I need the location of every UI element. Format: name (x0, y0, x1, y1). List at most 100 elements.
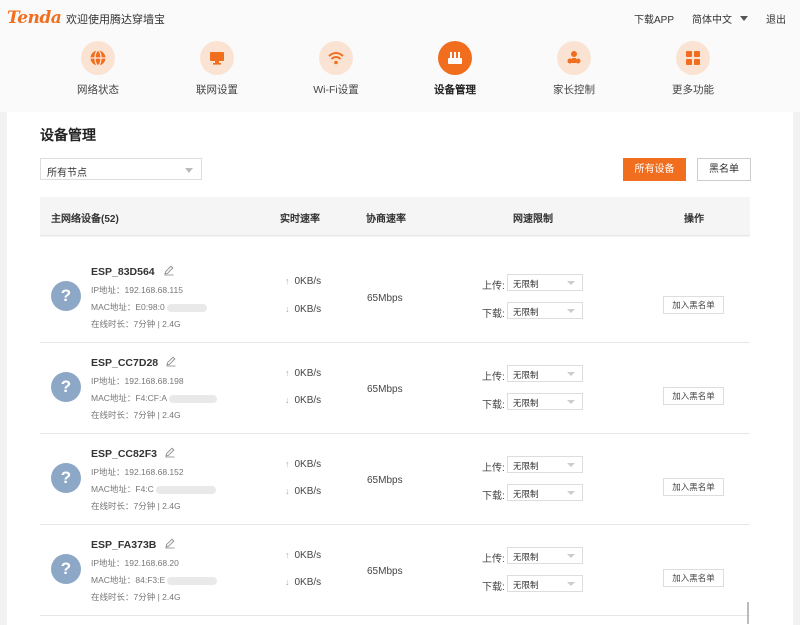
upload-limit-select[interactable]: 无限制 (507, 365, 583, 382)
upload-speed-value: 0KB/s (294, 368, 322, 379)
download-speed: ↓ 0KB/s (285, 486, 321, 497)
download-limit-select[interactable]: 无限制 (507, 393, 583, 410)
device-online: 在线时长：7分钟 | 2.4G (91, 410, 181, 420)
nav-item-internet-settings[interactable]: 联网设置 (177, 41, 257, 97)
upload-limit-label: 上传: (482, 281, 505, 292)
chevron-down-icon (567, 554, 575, 558)
nav-item-device-management[interactable]: 设备管理 (415, 41, 495, 97)
nav-item-network-status[interactable]: 网络状态 (58, 41, 138, 97)
nav-label: 家长控制 (553, 84, 595, 96)
download-speed: ↓ 0KB/s (285, 304, 321, 315)
upload-limit-select[interactable]: 无限制 (507, 274, 583, 291)
chevron-down-icon (185, 168, 193, 173)
unknown-device-icon: ? (51, 372, 81, 402)
upload-limit-select[interactable]: 无限制 (507, 547, 583, 564)
device-mac-row: MAC地址：F4:C (91, 483, 216, 495)
mac-redaction (169, 394, 218, 403)
add-to-blacklist-button[interactable]: 加入黑名单 (663, 296, 724, 314)
unknown-device-icon: ? (51, 554, 81, 584)
download-speed-value: 0KB/s (294, 577, 322, 588)
upload-speed-value: 0KB/s (294, 550, 322, 561)
chevron-down-icon (567, 400, 575, 404)
header-device: 主网络设备(52) (51, 214, 119, 225)
download-limit-label: 下载: (482, 582, 505, 593)
wifi-icon (319, 41, 353, 75)
language-select[interactable]: 简体中文 (692, 11, 748, 26)
negotiated-rate: 65Mbps (367, 566, 403, 577)
nav-label: 网络状态 (77, 84, 119, 96)
device-mac-row: MAC地址：F4:CF:A (91, 392, 218, 404)
node-select[interactable]: 所有节点 (40, 158, 202, 180)
upload-limit-value: 无限制 (513, 461, 539, 471)
nav-label: 更多功能 (672, 84, 714, 96)
download-speed: ↓ 0KB/s (285, 395, 321, 406)
download-limit-select[interactable]: 无限制 (507, 302, 583, 319)
arrow-up-icon: ↑ (285, 276, 290, 286)
edit-icon[interactable] (164, 537, 176, 549)
header-negotiated: 协商速率 (366, 214, 406, 225)
add-to-blacklist-button[interactable]: 加入黑名单 (663, 478, 724, 496)
download-speed-value: 0KB/s (294, 395, 322, 406)
logout-link[interactable]: 退出 (766, 11, 786, 26)
add-to-blacklist-button[interactable]: 加入黑名单 (663, 569, 724, 587)
tenda-logo[interactable]: Tenda (7, 8, 62, 28)
table-row: ? ESP_CC82F3 IP地址：192.168.68.152 MAC地址：F… (40, 433, 750, 524)
edit-icon[interactable] (165, 355, 177, 367)
chevron-down-icon (567, 491, 575, 495)
header-realtime: 实时速率 (280, 214, 320, 225)
unknown-device-icon: ? (51, 463, 81, 493)
chevron-down-icon (567, 281, 575, 285)
upload-limit-select[interactable]: 无限制 (507, 456, 583, 473)
arrow-up-icon: ↑ (285, 368, 290, 378)
header-action: 操作 (684, 214, 704, 225)
device-mac: MAC地址：84:F3:E (91, 575, 166, 585)
device-name: ESP_FA373B (91, 539, 157, 551)
scrollbar[interactable] (747, 602, 749, 624)
router-icon (438, 41, 472, 75)
upload-speed: ↑ 0KB/s (285, 459, 321, 470)
device-mac-row: MAC地址：84:F3:E (91, 574, 218, 586)
download-limit-select[interactable]: 无限制 (507, 575, 583, 592)
chevron-down-icon (567, 309, 575, 313)
mac-redaction (166, 303, 207, 312)
main-nav: 网络状态 联网设置 Wi-Fi设置 设备管理 家长控制 更多功能 (0, 41, 800, 111)
add-to-blacklist-button[interactable]: 加入黑名单 (663, 387, 724, 405)
blacklist-button[interactable]: 黑名单 (697, 158, 751, 181)
arrow-up-icon: ↑ (285, 550, 290, 560)
device-ip: IP地址：192.168.68.152 (91, 467, 184, 477)
device-name: ESP_CC7D28 (91, 357, 159, 369)
top-links: 下载APP 简体中文 退出 (634, 11, 786, 26)
nav-item-more-features[interactable]: 更多功能 (653, 41, 733, 97)
upload-limit-label: 上传: (482, 372, 505, 383)
chevron-down-icon (567, 463, 575, 467)
nav-item-parental-control[interactable]: 家长控制 (534, 41, 614, 97)
welcome-text: 欢迎使用腾达穿墙宝 (66, 14, 165, 26)
edit-icon[interactable] (163, 264, 175, 276)
download-app-link[interactable]: 下载APP (634, 11, 674, 26)
page-title: 设备管理 (40, 127, 96, 143)
mac-redaction (167, 576, 218, 585)
arrow-down-icon: ↓ (285, 395, 290, 405)
download-limit-label: 下载: (482, 309, 505, 320)
header-limit: 网速限制 (513, 214, 553, 225)
edit-icon[interactable] (164, 446, 176, 458)
nav-item-wifi-settings[interactable]: Wi-Fi设置 (296, 41, 376, 97)
upload-speed-value: 0KB/s (294, 459, 322, 470)
caret-down-icon (740, 16, 748, 21)
chevron-down-icon (567, 372, 575, 376)
upload-limit-value: 无限制 (513, 370, 539, 380)
negotiated-rate: 65Mbps (367, 293, 403, 304)
download-limit-select[interactable]: 无限制 (507, 484, 583, 501)
grid-icon (676, 41, 710, 75)
device-online: 在线时长：7分钟 | 2.4G (91, 592, 181, 602)
upload-speed-value: 0KB/s (294, 276, 322, 287)
row-divider (40, 615, 750, 616)
upload-speed: ↑ 0KB/s (285, 276, 321, 287)
nav-label: 联网设置 (196, 84, 238, 96)
nav-label: 设备管理 (434, 84, 476, 96)
language-label: 简体中文 (692, 15, 732, 26)
device-mac: MAC地址：E0:98:0 (91, 302, 165, 312)
table-row: ? ESP_FA373B IP地址：192.168.68.20 MAC地址：84… (40, 524, 750, 615)
all-devices-button[interactable]: 所有设备 (623, 158, 686, 181)
device-management-panel: 设备管理 所有节点 所有设备 黑名单 主网络设备(52) 实时速率 协商速率 网… (7, 112, 793, 625)
